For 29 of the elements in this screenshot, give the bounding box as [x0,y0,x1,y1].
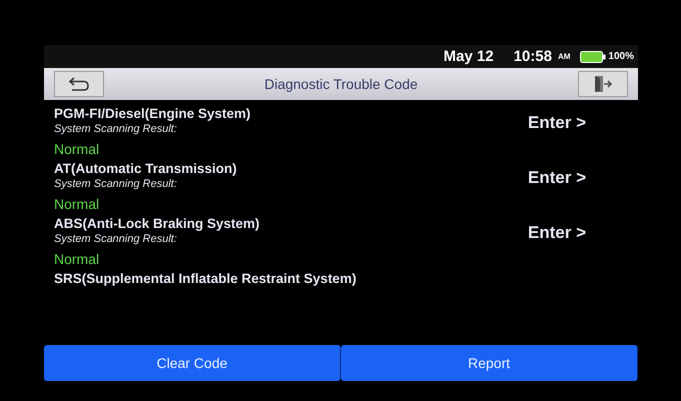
exit-door-icon [593,75,613,93]
enter-link[interactable]: Enter > [528,222,586,242]
exit-button[interactable] [578,71,628,97]
scan-result-label: System Scanning Result: [54,123,178,135]
system-name: ABS(Anti-Lock Braking System) [54,216,260,231]
system-list-item[interactable]: AT(Automatic Transmission) System Scanning Result: Normal Enter > [54,161,628,212]
status-ampm: AM [558,52,570,61]
enter-link[interactable]: Enter > [528,112,586,132]
status-time: 10:58 [514,48,552,65]
action-button[interactable]: Clear Code [44,345,341,381]
battery-icon [580,50,606,62]
scan-result-label: System Scanning Result: [54,233,178,245]
scan-result-value: Normal [54,196,100,212]
system-name: SRS(Supplemental Inflatable Restraint System) [54,271,356,286]
scan-result-value: Normal [54,141,100,157]
system-list-item[interactable]: PGM-FI/Diesel(Engine System) System Scanning Result: Normal Enter > [54,106,628,157]
system-name: PGM-FI/Diesel(Engine System) [54,106,251,121]
system-list-item[interactable]: ABS(Anti-Lock Braking System) System Scanning Result: Normal Enter > [54,216,628,267]
enter-link[interactable]: Enter > [528,168,586,188]
status-date: May 12 [444,48,494,65]
window-title: Diagnostic Trouble Code [264,76,418,92]
action-button[interactable]: Report [341,345,638,381]
system-name: AT(Automatic Transmission) [54,161,237,176]
back-button[interactable] [54,71,104,97]
back-arrow-icon [68,76,90,92]
system-list-item[interactable]: SRS(Supplemental Inflatable Restraint System) [54,271,628,286]
battery-percent: 100% [608,51,634,62]
scan-result-label: System Scanning Result: [54,178,178,190]
scan-result-value: Normal [54,251,100,267]
